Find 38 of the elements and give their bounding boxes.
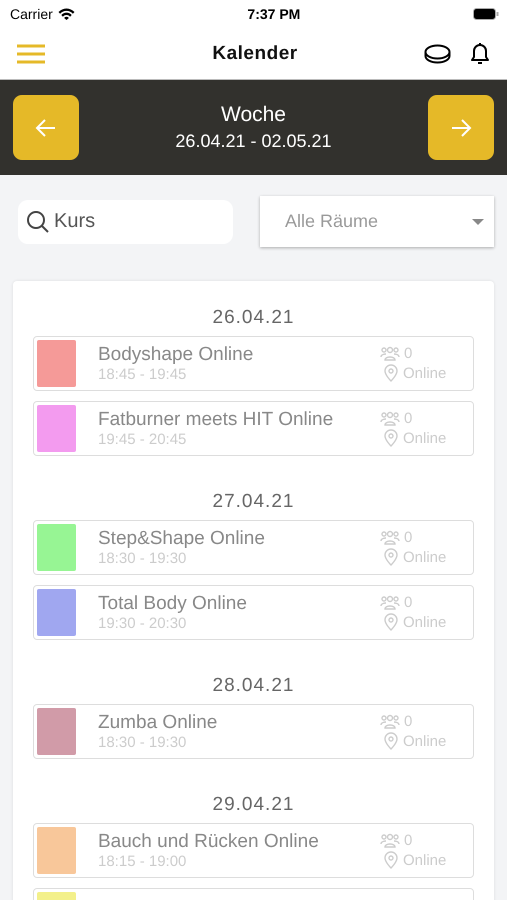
location-pin-icon	[383, 613, 399, 631]
search-field[interactable]: Kurs	[18, 200, 233, 244]
location-pin-icon	[383, 429, 399, 447]
page-title: Kalender	[211, 42, 299, 64]
location-pin-icon	[383, 732, 399, 750]
location-pin-icon	[383, 364, 399, 382]
people-icon	[380, 595, 400, 610]
course-name: Bauch und Rücken Online	[98, 831, 320, 853]
right-arrow-icon	[450, 118, 472, 138]
location-pin-icon	[383, 548, 399, 566]
coin-icon[interactable]	[424, 44, 451, 64]
next-week-button[interactable]	[428, 95, 494, 160]
course-name: Zumba Online	[98, 712, 218, 734]
search-icon	[26, 210, 50, 234]
people-icon	[380, 346, 400, 361]
people-icon	[380, 714, 400, 729]
course-name: Bodyshape Online	[98, 344, 254, 366]
people-icon	[380, 530, 400, 545]
people-icon	[380, 833, 400, 848]
people-icon	[380, 411, 400, 426]
battery-icon	[472, 8, 499, 20]
bell-icon[interactable]	[469, 42, 491, 66]
course-name: Step&Shape Online	[98, 528, 266, 550]
dropdown-caret-icon	[472, 218, 484, 224]
wifi-icon	[58, 8, 75, 20]
week-range: 26.04.21 - 02.05.21	[175, 131, 332, 152]
day-date: 26.04.21	[212, 310, 296, 326]
course-name: Total Body Online	[98, 593, 248, 615]
course-name: Fatburner meets HIT Online	[98, 409, 334, 431]
day-date: 27.04.21	[212, 494, 296, 510]
left-arrow-icon	[35, 118, 57, 138]
week-label: Woche	[221, 103, 286, 127]
time-label: 7:37 PM	[247, 6, 300, 22]
day-date: 29.04.21	[212, 797, 296, 813]
location-pin-icon	[383, 851, 399, 869]
day-date: 28.04.21	[212, 678, 296, 694]
carrier-label: Carrier	[10, 6, 53, 22]
room-dropdown[interactable]: Alle Räume	[260, 196, 494, 247]
